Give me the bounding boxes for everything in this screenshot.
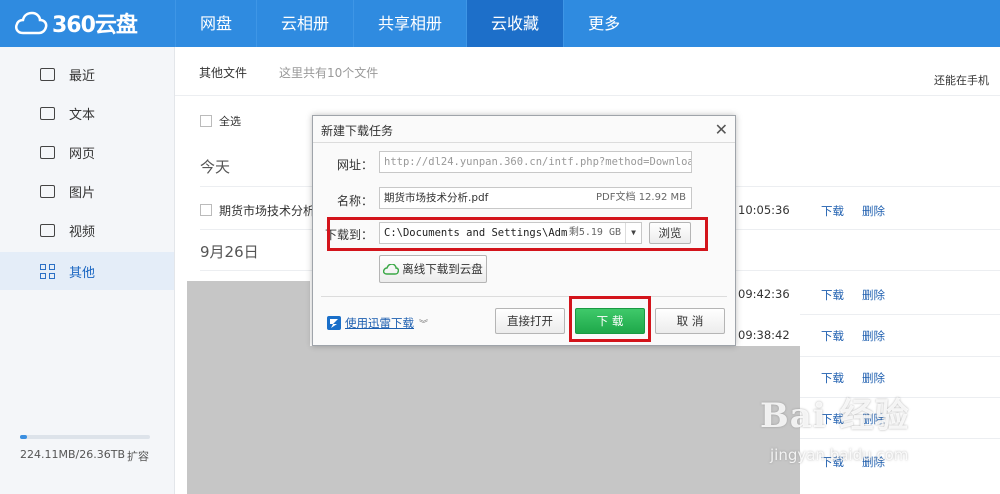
row-time: 09:42:36 [738, 287, 790, 301]
web-icon [40, 145, 55, 159]
nav-item-more[interactable]: 更多 [563, 0, 644, 47]
select-all-label: 全选 [219, 115, 241, 128]
close-icon[interactable]: ✕ [715, 120, 728, 139]
sidebar-item-label: 文本 [69, 107, 96, 123]
download-link[interactable]: 下载 [821, 328, 844, 344]
divider [800, 438, 1000, 439]
row-time: 09:38:42 [738, 328, 790, 342]
image-icon [40, 184, 55, 198]
url-field[interactable]: http://dl24.yunpan.360.cn/intf.php?metho… [379, 151, 692, 173]
download-button[interactable]: 下 载 [575, 308, 645, 334]
redaction-block [310, 346, 800, 494]
sidebar-item-video[interactable]: 视频 [0, 211, 174, 249]
download-path-select[interactable]: C:\Documents and Settings\Administ 剩5.19… [379, 222, 642, 244]
select-all-checkbox[interactable] [200, 115, 212, 127]
sidebar-item-label: 视频 [69, 224, 96, 240]
sidebar-item-recent[interactable]: 最近 [0, 55, 174, 93]
cloud-logo-icon [15, 11, 48, 35]
sidebar-item-label: 图片 [69, 185, 96, 201]
divider [321, 296, 727, 297]
double-chevron-down-icon[interactable]: ︾ [419, 317, 428, 330]
cloud-button-label: 离线下载到云盘 [402, 262, 483, 276]
url-label: 网址： [336, 158, 373, 172]
use-xunlei-option[interactable]: 使用迅雷下载 ︾ [327, 315, 428, 331]
download-link[interactable]: 下载 [821, 370, 844, 386]
browse-button[interactable]: 浏览 [649, 222, 691, 244]
delete-link[interactable]: 删除 [862, 287, 885, 303]
sidebar-item-images[interactable]: 图片 [0, 172, 174, 210]
watermark-logo: Bai 经验 [760, 396, 910, 436]
redaction-block [187, 281, 310, 494]
file-name-field[interactable]: 期货市场技术分析.pdf PDF文档 12.92 MB [379, 187, 692, 209]
dialog-title: 新建下载任务 [321, 124, 394, 138]
breadcrumb[interactable]: 其他文件 [199, 64, 247, 81]
divider [175, 95, 1000, 96]
xunlei-icon [327, 316, 341, 330]
open-directly-button[interactable]: 直接打开 [495, 308, 565, 334]
sidebar: 最近 文本 网页 图片 视频 其他 [0, 47, 175, 494]
logo-text: 360云盘 [52, 13, 138, 38]
use-xunlei-link[interactable]: 使用迅雷下载 [345, 315, 414, 331]
path-label: 下载到： [324, 228, 373, 242]
group-title-sep26: 9月26日 [200, 243, 259, 261]
name-label: 名称： [336, 194, 373, 208]
offline-download-to-cloud-button[interactable]: 离线下载到云盘 [379, 255, 487, 283]
divider [313, 142, 735, 143]
logo[interactable]: 360云盘 [14, 8, 138, 38]
recent-icon [40, 67, 55, 81]
nav-item-cloud-album[interactable]: 云相册 [256, 0, 353, 47]
sidebar-item-label: 其他 [69, 265, 96, 281]
sidebar-item-label: 最近 [69, 68, 96, 84]
top-bar: 360云盘 网盘 云相册 共享相册 云收藏 更多 [0, 0, 1000, 47]
main-nav: 网盘 云相册 共享相册 云收藏 更多 [175, 0, 644, 47]
free-space: 剩5.19 GB [566, 223, 621, 243]
file-meta: PDF文档 12.92 MB [596, 192, 686, 203]
chevron-down-icon[interactable]: ▼ [625, 223, 641, 243]
divider [800, 356, 1000, 357]
storage-usage-fill [20, 435, 27, 439]
file-name-value: 期货市场技术分析.pdf [384, 192, 489, 204]
delete-link[interactable]: 删除 [862, 203, 885, 219]
video-icon [40, 223, 55, 237]
download-link[interactable]: 下载 [821, 287, 844, 303]
sidebar-item-other[interactable]: 其他 [0, 252, 174, 290]
row-checkbox[interactable] [200, 204, 212, 216]
file-count: 这里共有10个文件 [279, 66, 379, 80]
sidebar-item-text[interactable]: 文本 [0, 94, 174, 132]
cancel-button[interactable]: 取 消 [655, 308, 725, 334]
watermark-url: jingyan.baidu.com [770, 446, 909, 464]
cloud-icon [383, 263, 400, 275]
expand-storage-link[interactable]: 扩容 [127, 448, 149, 464]
delete-link[interactable]: 删除 [862, 370, 885, 386]
group-title-today: 今天 [200, 158, 231, 176]
row-time: 10:05:36 [738, 203, 790, 217]
nav-item-shared-album[interactable]: 共享相册 [353, 0, 466, 47]
storage-usage-bar [20, 435, 150, 439]
text-icon [40, 106, 55, 120]
grid-icon [40, 263, 55, 279]
nav-item-cloud-favorites[interactable]: 云收藏 [466, 0, 564, 47]
sidebar-item-web[interactable]: 网页 [0, 133, 174, 171]
watermark: Bai 经验 jingyan.baidu.com [760, 388, 910, 464]
mobile-tip: 还能在手机 [934, 74, 989, 87]
divider [800, 314, 1000, 315]
storage-text: 224.11MB/26.36TB [20, 448, 125, 461]
nav-item-netdisk[interactable]: 网盘 [175, 0, 256, 47]
download-link[interactable]: 下载 [821, 203, 844, 219]
file-name[interactable]: 期货市场技术分析. [219, 202, 319, 219]
sidebar-item-label: 网页 [69, 146, 96, 162]
new-download-dialog: 新建下载任务 ✕ 网址： http://dl24.yunpan.360.cn/i… [312, 115, 736, 346]
delete-link[interactable]: 删除 [862, 328, 885, 344]
